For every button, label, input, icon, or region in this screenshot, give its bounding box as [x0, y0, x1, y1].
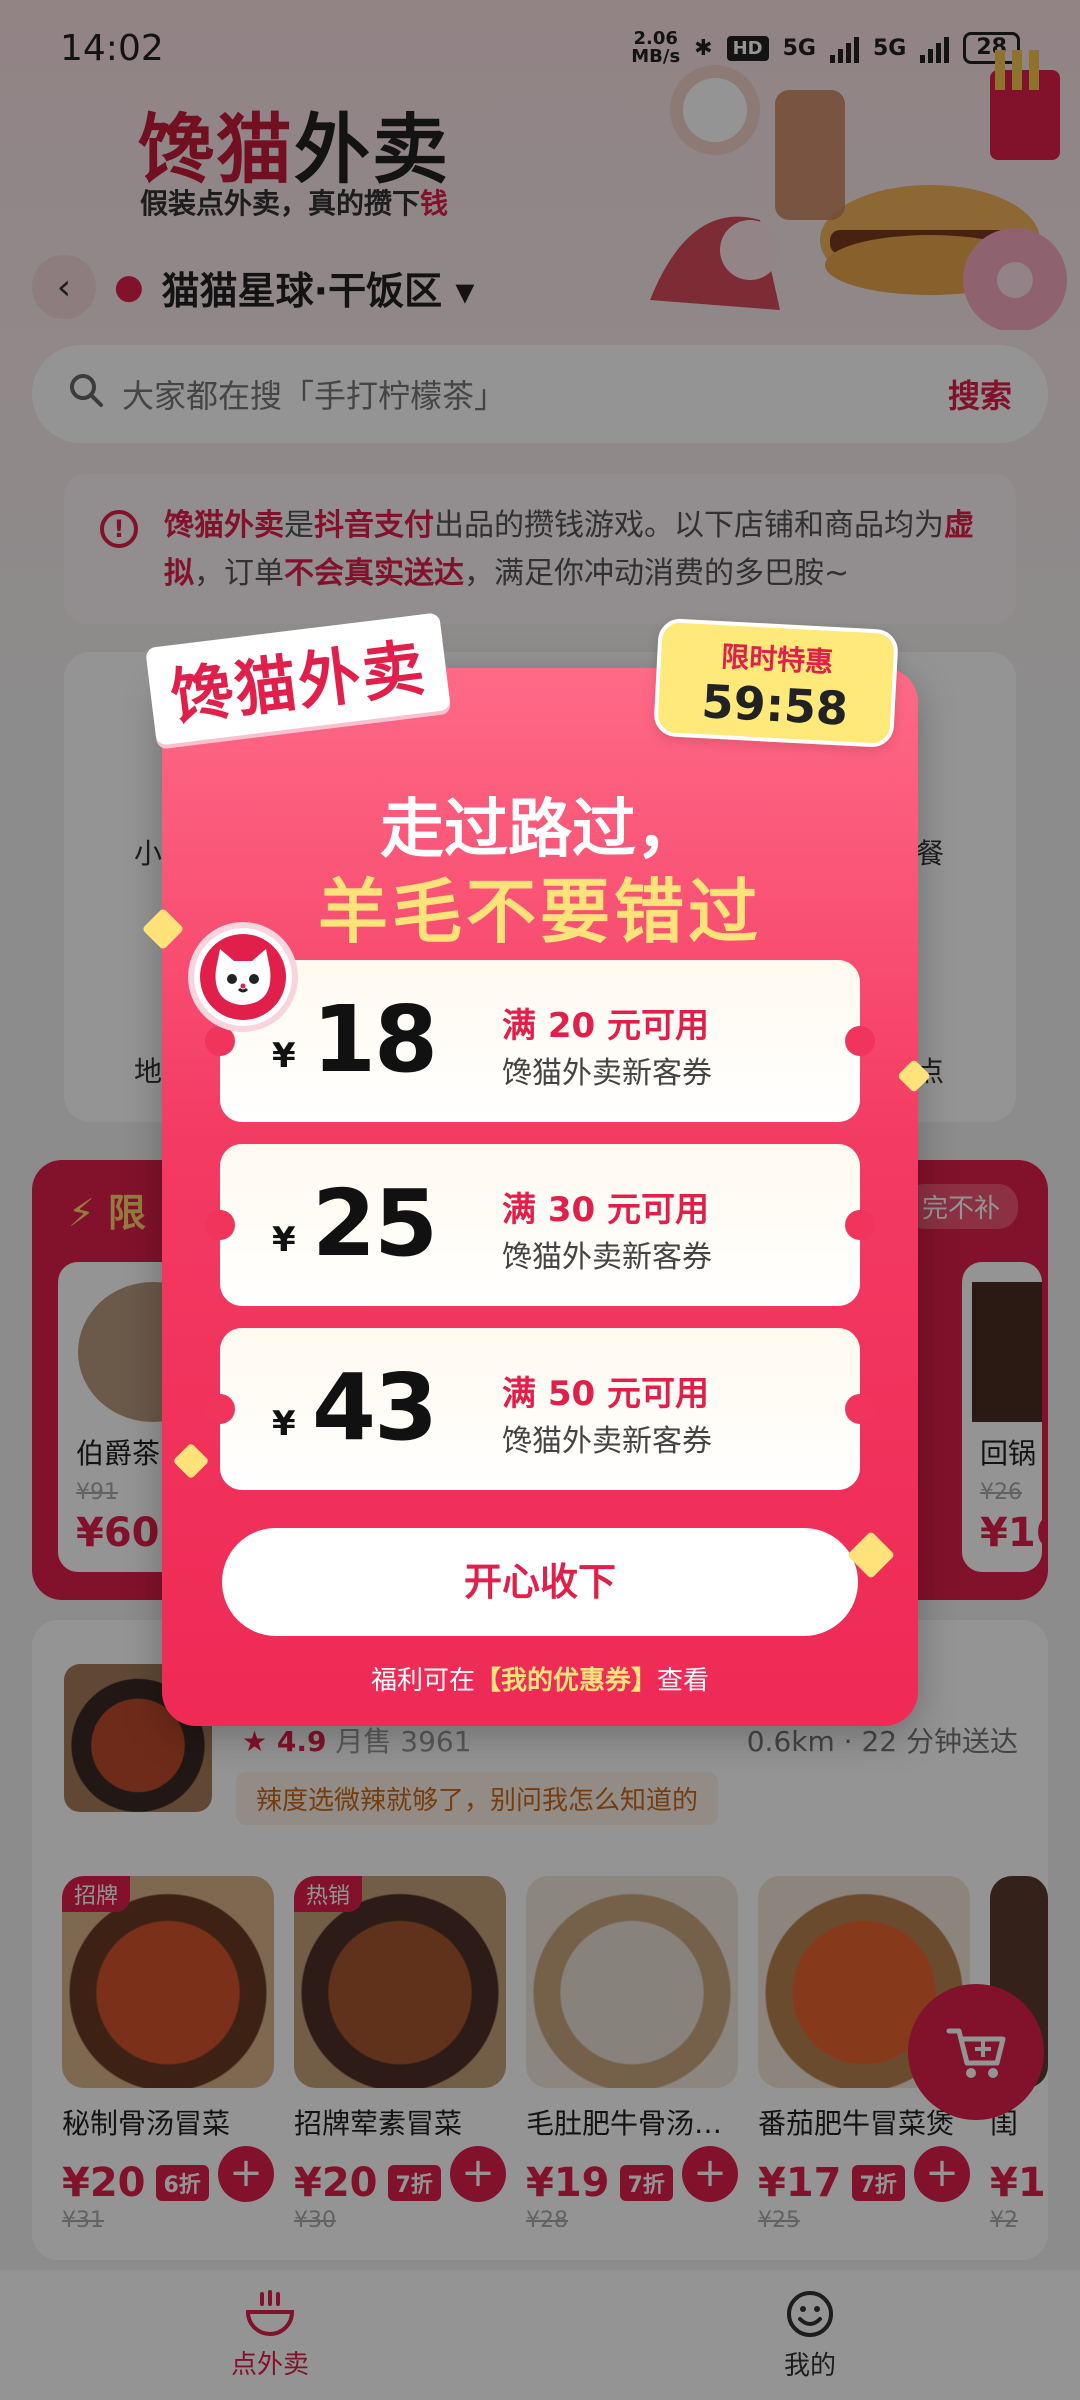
my-coupons-link[interactable]: 【我的优惠券】	[475, 1666, 657, 1696]
coupon-currency: ¥	[272, 1404, 296, 1444]
coupon-description: 馋猫外卖新客券	[502, 1240, 712, 1275]
coupon-card: ¥ 43 满 50 元可用 馋猫外卖新客券	[205, 1328, 875, 1490]
cat-mascot-avatar	[188, 922, 298, 1032]
coupon-card: ¥ 25 满 30 元可用 馋猫外卖新客券	[205, 1144, 875, 1306]
coupon-description: 馋猫外卖新客券	[502, 1056, 712, 1091]
coupon-popup: 走过路过， 羊毛不要错过 ¥ 18 满 20 元可用 馋猫外卖新客券 ¥ 25 …	[162, 668, 918, 1726]
footnote-text: 查看	[657, 1666, 710, 1696]
coupon-currency: ¥	[272, 1220, 296, 1260]
coupon-description: 馋猫外卖新客券	[502, 1424, 712, 1459]
coupon-condition: 满 30 元可用	[502, 1190, 709, 1230]
coupon-amount: 25	[312, 1170, 438, 1277]
coupon-amount: 18	[312, 986, 438, 1093]
cat-face-icon	[200, 934, 286, 1020]
popup-footnote: 福利可在【我的优惠券】查看	[162, 1660, 918, 1697]
countdown-timer: 59:58	[700, 674, 850, 736]
coupon-amount: 43	[312, 1354, 438, 1461]
coupon-condition: 满 50 元可用	[502, 1374, 709, 1414]
footnote-text: 福利可在	[370, 1666, 475, 1696]
coupon-currency: ¥	[272, 1036, 296, 1076]
accept-coupons-button[interactable]: 开心收下	[222, 1528, 858, 1636]
coupon-condition: 满 20 元可用	[502, 1006, 709, 1046]
coupon-card: ¥ 18 满 20 元可用 馋猫外卖新客券	[205, 960, 875, 1122]
countdown-badge: 限时特惠 59:58	[653, 617, 899, 749]
